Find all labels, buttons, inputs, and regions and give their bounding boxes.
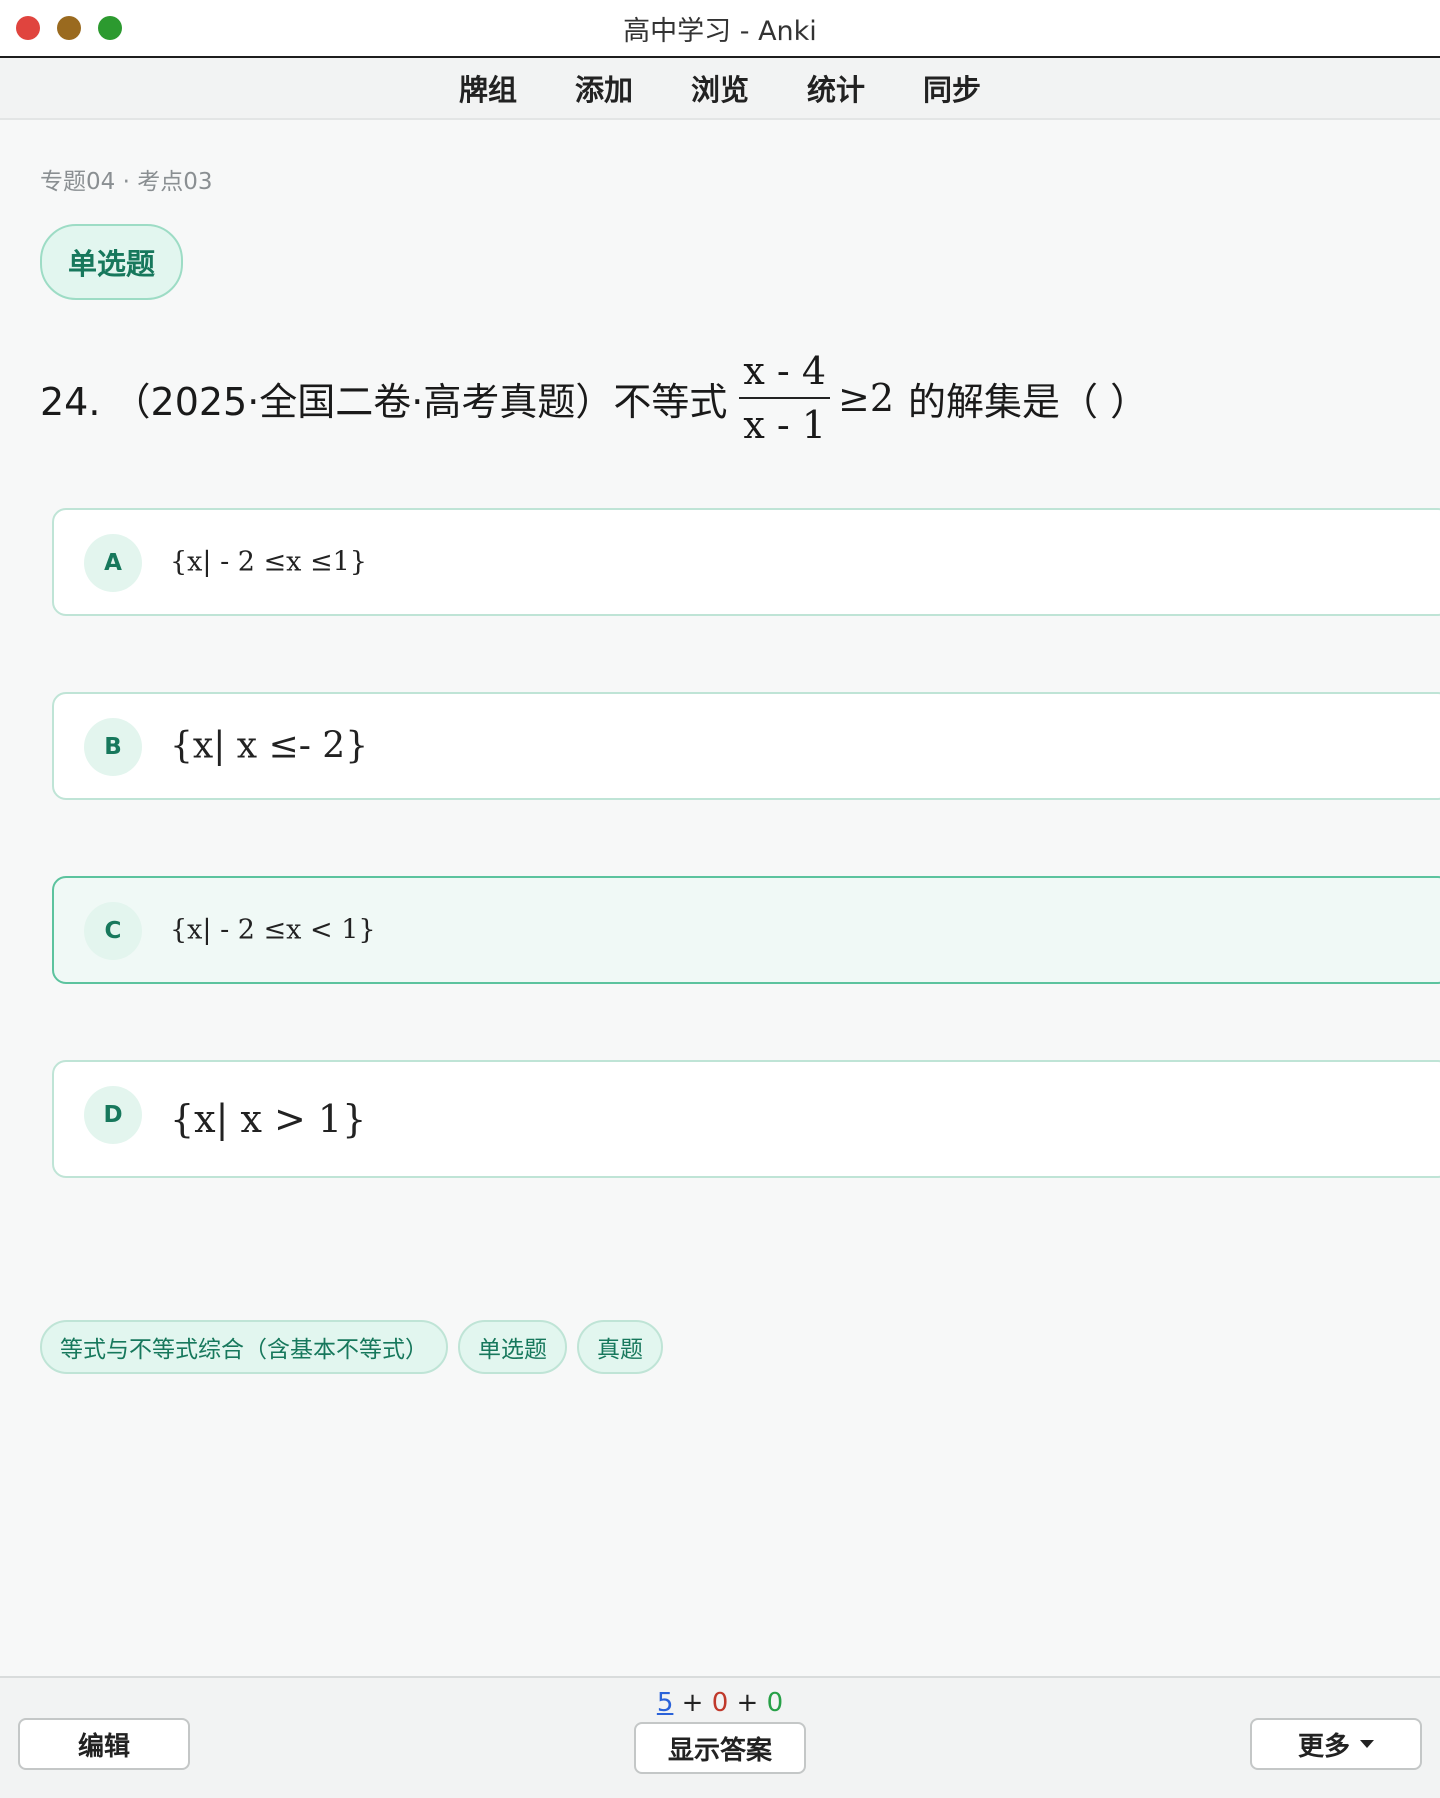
option-letter: A [84,534,142,592]
question-suffix: 的解集是（ ） [908,379,1149,424]
tag-list: 等式与不等式综合（含基本不等式） 单选题 真题 [40,1320,663,1374]
main-toolbar: 牌组 添加 浏览 统计 同步 [0,58,1440,120]
option-text: {x| - 2 ≤x < 1} [170,914,376,946]
window-controls [16,16,122,40]
option-letter: C [84,902,142,960]
option-a[interactable]: A {x| - 2 ≤x ≤1} [52,508,1440,616]
fraction-denominator: x - 1 [743,403,826,447]
toolbar-stats[interactable]: 统计 [807,67,865,109]
question-relation: ≥2 [838,376,895,420]
due-counts: 5 + 0 + 0 [0,1688,1440,1718]
learn-count: 0 [711,1688,729,1718]
edit-button[interactable]: 编辑 [18,1718,190,1770]
minimize-window-button[interactable] [57,16,81,40]
review-bottom-bar: 5 + 0 + 0 编辑 显示答案 更多 [0,1676,1440,1798]
card-content: 专题04 · 考点03 单选题 24. （2025·全国二卷·高考真题）不等式 … [0,120,1440,1676]
anki-window: 高中学习 - Anki 牌组 添加 浏览 统计 同步 专题04 · 考点03 单… [0,0,1440,1798]
tag-topic[interactable]: 等式与不等式综合（含基本不等式） [40,1320,448,1374]
plus-sign: + [736,1688,759,1718]
toolbar-sync[interactable]: 同步 [923,67,981,109]
toolbar-decks[interactable]: 牌组 [459,67,517,109]
fraction-numerator: x - 4 [743,349,826,393]
show-answer-button[interactable]: 显示答案 [634,1722,806,1774]
title-bar: 高中学习 - Anki [0,0,1440,58]
chevron-down-icon [1360,1740,1374,1748]
option-text: {x| x > 1} [170,1097,367,1141]
new-count[interactable]: 5 [657,1688,674,1718]
more-button-label: 更多 [1297,1731,1350,1762]
zoom-window-button[interactable] [98,16,122,40]
toolbar-add[interactable]: 添加 [575,67,633,109]
question-text: 24. （2025·全国二卷·高考真题）不等式 x - 4 x - 1 ≥2 的… [40,338,1148,458]
plus-sign: + [681,1688,704,1718]
review-count: 0 [766,1688,784,1718]
close-window-button[interactable] [16,16,40,40]
option-letter: D [84,1086,142,1144]
tag-type[interactable]: 单选题 [458,1320,567,1374]
more-button[interactable]: 更多 [1250,1718,1422,1770]
fraction-bar [739,397,830,399]
option-c[interactable]: C {x| - 2 ≤x < 1} [52,876,1440,984]
question-type-badge: 单选题 [40,224,184,300]
tag-source[interactable]: 真题 [577,1320,663,1374]
option-text: {x| - 2 ≤x ≤1} [170,546,367,578]
question-fraction: x - 4 x - 1 [739,349,830,447]
toolbar-browse[interactable]: 浏览 [691,67,749,109]
option-text: {x| x ≤- 2} [170,725,369,767]
breadcrumb: 专题04 · 考点03 [40,169,213,195]
option-d[interactable]: D {x| x > 1} [52,1060,1440,1178]
option-letter: B [84,718,142,776]
option-b[interactable]: B {x| x ≤- 2} [52,692,1440,800]
question-prefix: 24. （2025·全国二卷·高考真题）不等式 [40,379,728,424]
window-title: 高中学习 - Anki [623,15,817,47]
